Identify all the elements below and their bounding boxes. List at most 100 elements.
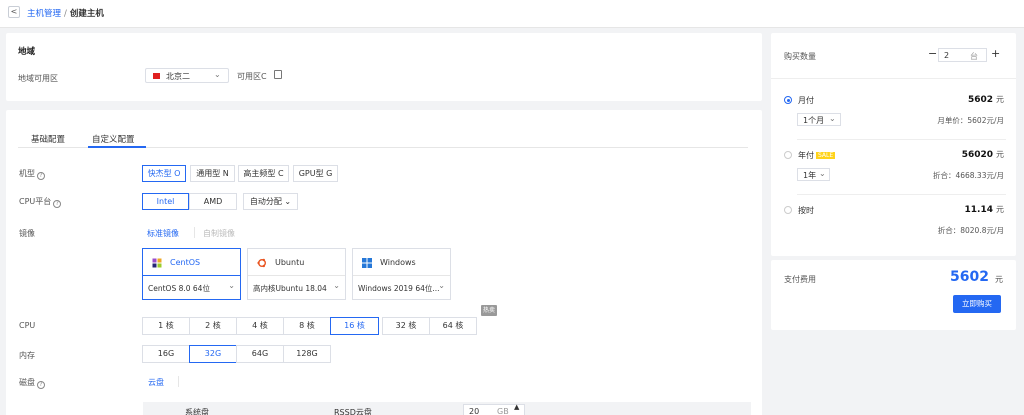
- config-tabs: 基础配置 自定义配置: [18, 130, 748, 148]
- help-icon[interactable]: ?: [37, 381, 45, 389]
- memory-label: 内存: [19, 351, 35, 360]
- memory-option-128g[interactable]: 128G: [283, 345, 331, 363]
- cpu-auto-select[interactable]: 自动分配 ⌄: [243, 193, 298, 210]
- order-summary-card: 购买数量 − 2 台 + 月付 5602 元 1个月 ⌄ 月单价：5602元/月 年…: [771, 33, 1016, 256]
- plan-name: 年付 SALE: [798, 151, 836, 160]
- chevron-down-icon: ⌄: [228, 281, 235, 290]
- disk-table-header: 系统盘 RSSD云盘 20 GB ▲: [143, 402, 751, 415]
- period-select[interactable]: 1年 ⌄: [797, 168, 830, 181]
- radio-button[interactable]: [784, 96, 792, 104]
- cpu-option-2[interactable]: 2 核: [189, 317, 237, 335]
- divider: [194, 227, 195, 238]
- region-title: 地域: [18, 47, 36, 57]
- cpu-option-1[interactable]: 1 核: [142, 317, 190, 335]
- image-label: 镜像: [19, 229, 35, 238]
- region-card: 地域 地域可用区 北京二 ⌄ 可用区C: [6, 33, 762, 101]
- hot-sale-tooltip: 热卖: [481, 305, 497, 316]
- chevron-down-icon: ⌄: [214, 70, 221, 79]
- chevron-down-icon: ⌄: [829, 114, 836, 123]
- minus-button[interactable]: −: [928, 47, 937, 60]
- help-icon[interactable]: ?: [37, 172, 45, 180]
- os-name: Windows: [380, 258, 416, 267]
- memory-option-32g[interactable]: 32G: [189, 345, 237, 363]
- quantity-row: 购买数量 − 2 台 +: [771, 33, 1016, 79]
- plan-price: 5602 元: [967, 95, 1004, 105]
- payment-unit: 元: [995, 275, 1003, 284]
- plan-price: 11.14 元: [964, 205, 1004, 215]
- plan-subtext: 折合：8020.8元/月: [937, 226, 1004, 235]
- os-card-header: Windows: [353, 249, 450, 276]
- os-version-select[interactable]: CentOS 8.0 64位: [148, 283, 210, 294]
- chevron-down-icon: ⌄: [284, 197, 292, 206]
- plan-subtext: 月单价：5602元/月: [937, 116, 1004, 125]
- os-card-centos[interactable]: CentOS CentOS 8.0 64位 ⌄: [142, 248, 241, 300]
- divider: [178, 376, 179, 387]
- region-select-value: 北京二: [166, 72, 190, 81]
- disk-size-unit: GB: [497, 407, 509, 415]
- page-title: 创建主机: [69, 9, 104, 19]
- cpu-platform-intel[interactable]: Intel: [142, 193, 189, 210]
- radio-button[interactable]: [784, 206, 792, 214]
- plus-button[interactable]: +: [991, 47, 1000, 60]
- chevron-down-icon: ⌄: [438, 281, 445, 290]
- tab-cloud-disk[interactable]: 云盘: [148, 377, 164, 388]
- cpu-platform-label: CPU平台?: [19, 196, 62, 208]
- cpu-option-8[interactable]: 8 核: [283, 317, 331, 335]
- disk-type-label: RSSD云盘: [334, 408, 372, 415]
- disk-label: 磁盘?: [19, 377, 45, 389]
- cpu-option-4[interactable]: 4 核: [236, 317, 284, 335]
- memory-option-64g[interactable]: 64G: [236, 345, 284, 363]
- model-option-n[interactable]: 通用型 N: [190, 165, 235, 182]
- cpu-option-64[interactable]: 64 核: [429, 317, 477, 335]
- model-option-c[interactable]: 高主频型 C: [238, 165, 289, 182]
- period-select[interactable]: 1个月 ⌄: [797, 113, 841, 126]
- system-disk-label: 系统盘: [185, 408, 209, 415]
- disk-size-input[interactable]: 20 GB ▲: [463, 403, 525, 415]
- os-card-header: Ubuntu: [248, 249, 345, 276]
- chevron-down-icon: ⌄: [333, 281, 340, 290]
- disk-size-value: 20: [469, 407, 480, 415]
- breadcrumb-parent-link[interactable]: 主机管理: [27, 9, 61, 19]
- cpu-label: CPU: [19, 321, 36, 330]
- quantity-value: 2: [944, 51, 950, 60]
- tab-custom-image[interactable]: 自制镜像: [203, 228, 235, 239]
- cpu-option-32[interactable]: 32 核: [382, 317, 430, 335]
- memory-option-16g[interactable]: 16G: [142, 345, 190, 363]
- plan-name: 月付: [798, 96, 814, 105]
- quantity-unit: 台: [970, 52, 978, 61]
- stepper-up-icon[interactable]: ▲: [514, 403, 519, 411]
- help-icon[interactable]: ?: [53, 200, 62, 208]
- radio-button[interactable]: [784, 151, 792, 159]
- payment-label: 支付费用: [784, 275, 816, 284]
- china-flag-icon: [153, 73, 160, 79]
- document-icon[interactable]: [274, 70, 282, 79]
- back-button[interactable]: <: [8, 6, 20, 18]
- windows-icon: [362, 258, 372, 268]
- quantity-stepper[interactable]: 2 台: [938, 48, 987, 62]
- payment-total: 5602: [950, 269, 989, 285]
- quantity-label: 购买数量: [784, 52, 816, 61]
- config-card: 基础配置 自定义配置 机型? 快杰型 O 通用型 N 高主频型 C GPU型 G…: [6, 110, 762, 415]
- os-version-select[interactable]: 高内核Ubuntu 18.04: [253, 283, 327, 294]
- os-card-ubuntu[interactable]: Ubuntu 高内核Ubuntu 18.04 ⌄: [247, 248, 346, 300]
- zone-label: 可用区C: [237, 72, 267, 81]
- breadcrumb: 主机管理 / 创建主机: [27, 7, 104, 19]
- cpu-option-16[interactable]: 16 核: [330, 317, 379, 335]
- os-card-windows[interactable]: Windows Windows 2019 64位... ⌄: [352, 248, 451, 300]
- region-select[interactable]: 北京二 ⌄: [145, 68, 229, 83]
- sale-badge: SALE: [816, 152, 836, 159]
- cpu-platform-amd[interactable]: AMD: [189, 193, 237, 210]
- model-option-gpu[interactable]: GPU型 G: [293, 165, 338, 182]
- plan-price: 56020 元: [961, 150, 1004, 160]
- centos-icon: [152, 258, 162, 268]
- chevron-down-icon: ⌄: [819, 169, 826, 178]
- model-option-o[interactable]: 快杰型 O: [142, 165, 186, 182]
- region-label: 地域可用区: [18, 74, 58, 83]
- os-version-select[interactable]: Windows 2019 64位...: [358, 283, 440, 294]
- plan-name: 按时: [798, 206, 814, 215]
- top-bar: < 主机管理 / 创建主机: [0, 0, 1024, 28]
- tab-custom-config[interactable]: 自定义配置: [92, 133, 135, 145]
- tab-standard-image[interactable]: 标准镜像: [147, 228, 179, 239]
- tab-basic-config[interactable]: 基础配置: [31, 133, 65, 145]
- buy-now-button[interactable]: 立即购买: [953, 295, 1001, 313]
